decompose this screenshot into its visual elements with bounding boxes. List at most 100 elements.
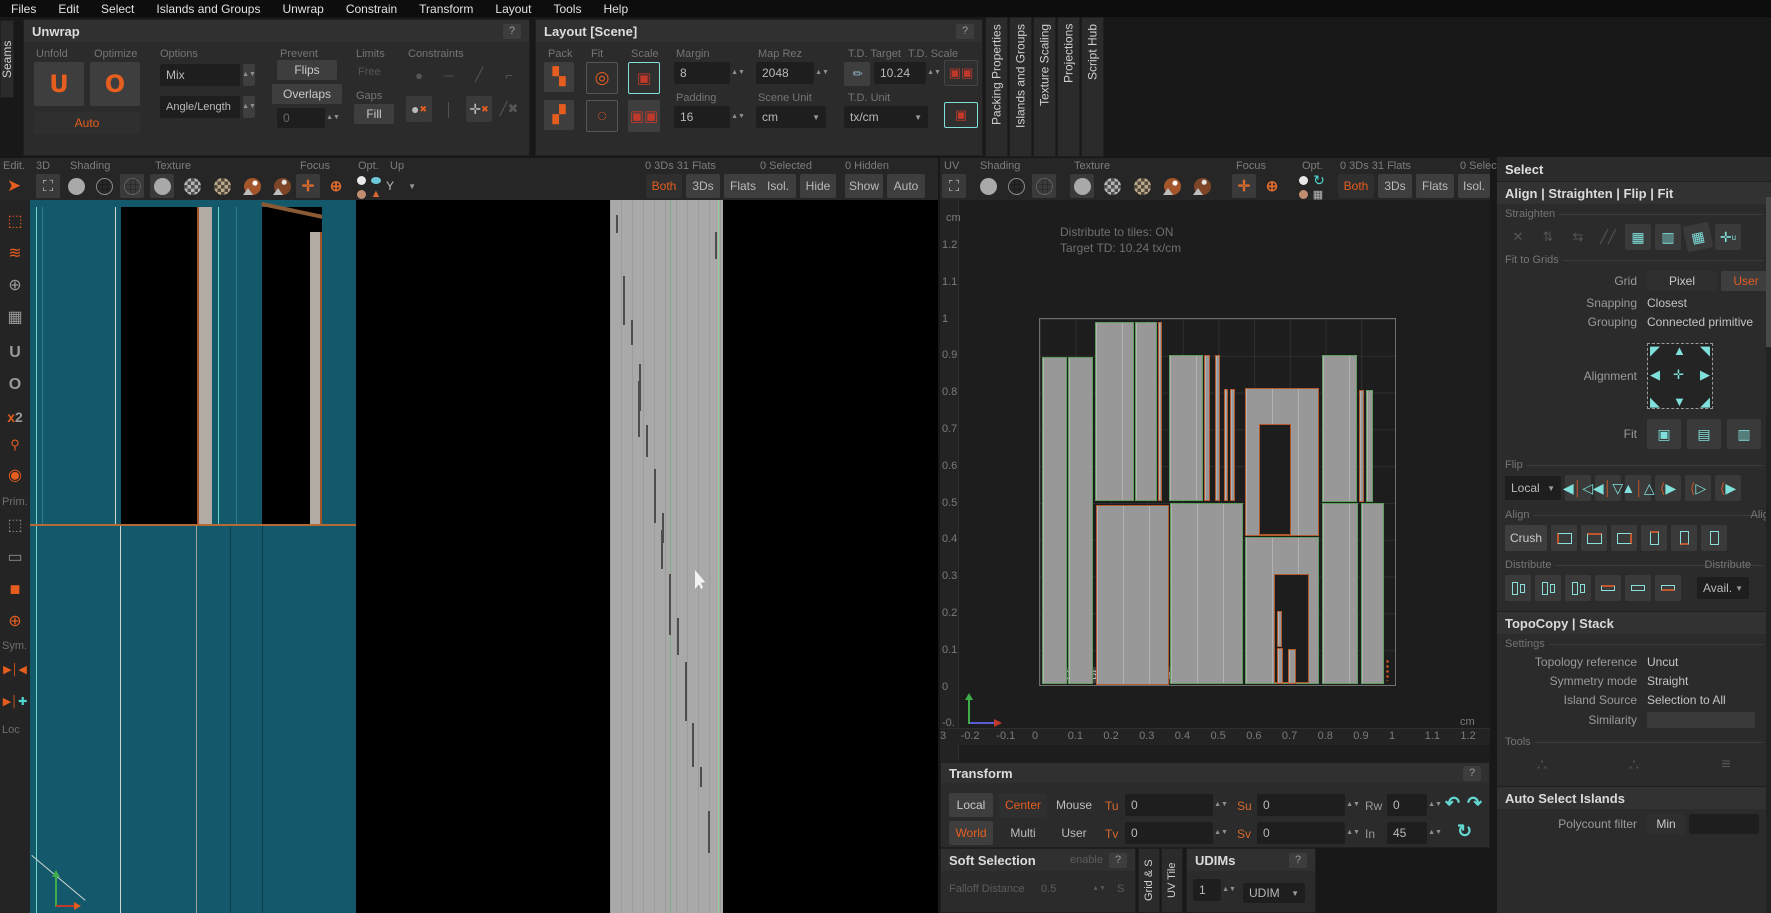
fit-all-icon[interactable]: ◎ [586,62,618,94]
auto-isolate-button[interactable]: Auto [887,174,925,198]
flip-mirror-icon[interactable]: ▲│△ [1625,475,1651,501]
sphere-primitive-icon[interactable]: ⊕ [2,608,28,634]
align-bottom-icon[interactable]: ▼ [1673,395,1686,408]
show-both-button[interactable]: Both [646,174,682,198]
sv-stepper[interactable]: ▲▼ [1347,822,1359,844]
crush-button[interactable]: Crush [1505,525,1547,551]
uv-island[interactable] [1042,357,1067,684]
flip-vertical-icon[interactable]: ◀│▽ [1595,475,1621,501]
show-3ds-button[interactable]: 3Ds [686,174,720,198]
pivot-user-button[interactable]: User [1051,821,1097,845]
grid-user-button[interactable]: User [1721,271,1771,291]
uv-island[interactable] [1361,503,1384,684]
align-top-icon[interactable]: ▲ [1673,344,1686,357]
in-field[interactable]: 45 [1387,822,1427,844]
rotate-step-icon[interactable]: ↻ [1457,821,1472,842]
td-target-field[interactable]: 10.24 [874,62,926,84]
island-source-value[interactable]: Selection to All [1647,693,1726,707]
dock-tab-texture-scaling[interactable]: Texture Scaling [1033,17,1056,157]
uv-island[interactable] [1224,389,1228,501]
pivot-local-button[interactable]: Local [949,793,993,817]
shading-shaded-wire-icon[interactable] [120,174,144,198]
uv-shading-flat-icon[interactable] [976,174,1000,198]
symmetry-icon[interactable]: ▶│◀ [2,656,28,682]
tv-field[interactable]: 0 [1125,822,1213,844]
grid-pixel-button[interactable]: Pixel [1647,271,1717,291]
isolate-button-3d[interactable]: Isol. [760,174,796,198]
uv-texture-none-icon[interactable] [1070,174,1094,198]
uv-sync-icon[interactable]: ↻ [1311,172,1327,188]
rail-unfold-icon[interactable]: U [2,340,28,366]
gridify-unfold-icon[interactable]: ✛u [1715,224,1741,250]
menu-constrain[interactable]: Constrain [335,2,408,16]
align-left-icon[interactable]: ◀ [1650,368,1660,381]
uv-island[interactable] [1230,389,1236,501]
padding-stepper[interactable]: ▲▼ [732,106,744,128]
grouping-value[interactable]: Connected primitive [1647,315,1753,329]
rect-primitive2-icon[interactable]: ▭ [2,544,28,570]
udims-help[interactable]: ? [1289,853,1307,868]
topocopy-round-tree-icon[interactable]: ∴ [1621,752,1647,778]
td-unit-select[interactable]: tx/cm▼ [844,106,928,128]
uv-island[interactable] [1170,503,1243,685]
right-panel-scrollbar[interactable] [1766,197,1771,913]
align-center-icon[interactable]: ✛ [1673,368,1684,381]
menu-layout[interactable]: Layout [484,2,542,16]
gridify-vertical-icon[interactable]: ▥ [1655,224,1681,250]
uv-frame-icon[interactable]: ⛶ [942,174,966,198]
unfold-button[interactable]: U [34,62,84,106]
fit-selected-icon[interactable]: ◌ [586,100,618,132]
td-eyedropper-icon[interactable]: ✐ [844,62,870,86]
constraint-vertical-icon[interactable]: │ [436,96,462,122]
menu-tools[interactable]: Tools [542,2,592,16]
menu-edit[interactable]: Edit [47,2,90,16]
redo-icon[interactable]: ↷ [1467,793,1482,814]
uv-grid-icon[interactable]: ▦ [1311,187,1325,201]
align-middle-pair-icon[interactable] [1671,525,1697,551]
straighten-vertical-icon[interactable]: ⇅ [1535,224,1561,250]
gridify-tilted-icon[interactable]: ▦ [1683,222,1714,253]
flip-horizontal-icon[interactable]: ◀│◁ [1565,475,1591,501]
light-icon[interactable] [354,173,368,187]
constraint-edge-icon[interactable]: ─ [436,62,462,88]
udim-tile-1001[interactable]: 1001 68% L Content [1039,318,1396,686]
remove-diagonal-constraint-icon[interactable]: ╱✖ [496,96,522,122]
marquee-select-icon[interactable]: ⬚ [2,208,28,234]
pivot-multi-button[interactable]: Multi [999,821,1047,845]
add-symmetry-icon[interactable]: ▶│✚ [2,688,28,714]
uv-island[interactable] [1288,649,1296,684]
pin-icon[interactable]: ⚲ [2,432,28,458]
align-left-edge-icon[interactable] [1551,525,1577,551]
uv-show-both-button[interactable]: Both [1338,174,1374,198]
texture-checker-icon[interactable] [180,174,204,198]
hide-button-3d[interactable]: Hide [800,174,836,198]
uv-island[interactable] [1366,390,1372,502]
td-scale-selected-icon[interactable]: ▣ [944,102,978,128]
prevent-overlaps-button[interactable]: Overlaps [272,84,342,104]
constraint-diagonal-icon[interactable]: ╱ [466,62,492,88]
gaps-fill-button[interactable]: Fill [354,104,394,124]
falloff-stepper[interactable]: ▲▼ [1093,879,1105,899]
straighten-horizontal-icon[interactable]: ⇆ [1565,224,1591,250]
uv-shading-wire-icon[interactable] [1004,174,1028,198]
dock-tab-script-hub[interactable]: Script Hub [1081,17,1104,157]
scene-unit-select[interactable]: cm▼ [756,106,826,128]
focus-selection-icon[interactable]: ✛ [296,174,320,198]
filled-rect-icon[interactable]: ■ [2,576,28,602]
align-top-right-icon[interactable]: ◥ [1700,344,1710,357]
align-top-edge-icon[interactable] [1581,525,1607,551]
padding-field[interactable]: 16 [674,106,730,128]
unwrap-metric-stepper[interactable]: ▲▼ [243,96,255,118]
uv-island[interactable] [1215,355,1220,501]
map-rez-stepper[interactable]: ▲▼ [816,62,828,84]
pivot-center-button[interactable]: Center [999,793,1047,817]
rw-stepper[interactable]: ▲▼ [1429,794,1441,816]
rail-optimize-icon[interactable]: O [2,372,28,398]
fit-width-icon[interactable]: ▤ [1687,419,1721,449]
show-flats-button[interactable]: Flats [724,174,762,198]
uv-island[interactable] [1169,355,1203,501]
polycount-min-button[interactable]: Min [1647,814,1685,834]
menu-files[interactable]: Files [0,2,47,16]
uv-light-icon[interactable] [1296,173,1310,187]
undo-icon[interactable]: ↶ [1445,793,1460,814]
